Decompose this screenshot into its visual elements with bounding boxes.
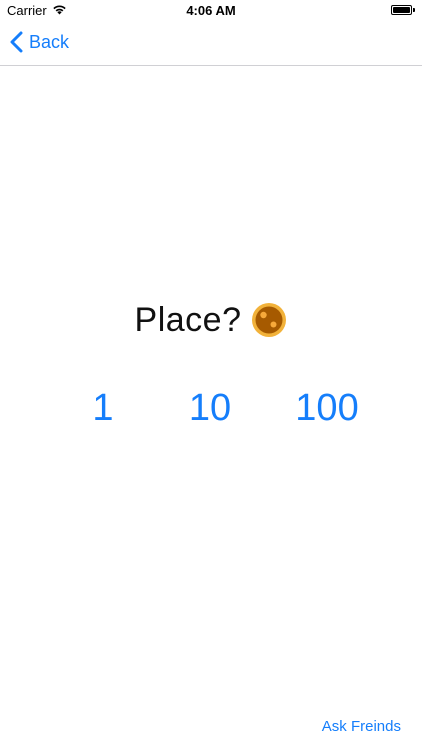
option-100-button[interactable]: 100 — [282, 386, 372, 430]
back-button[interactable]: Back — [10, 31, 69, 53]
option-1-button[interactable]: 1 — [58, 386, 148, 430]
back-label: Back — [29, 31, 70, 52]
chevron-left-icon — [10, 31, 23, 53]
option-list: 1 10 100 — [0, 386, 422, 430]
ask-friends-button[interactable]: Ask Freinds — [322, 718, 401, 735]
coin-icon — [251, 302, 287, 338]
question-row: Place? — [0, 300, 422, 340]
status-bar: Carrier 4:06 AM — [0, 0, 422, 22]
navigation-bar: Back — [0, 22, 422, 66]
question-text: Place? — [134, 300, 242, 339]
battery-icon — [391, 5, 415, 16]
option-10-button[interactable]: 10 — [165, 386, 255, 430]
status-time: 4:06 AM — [186, 3, 236, 18]
